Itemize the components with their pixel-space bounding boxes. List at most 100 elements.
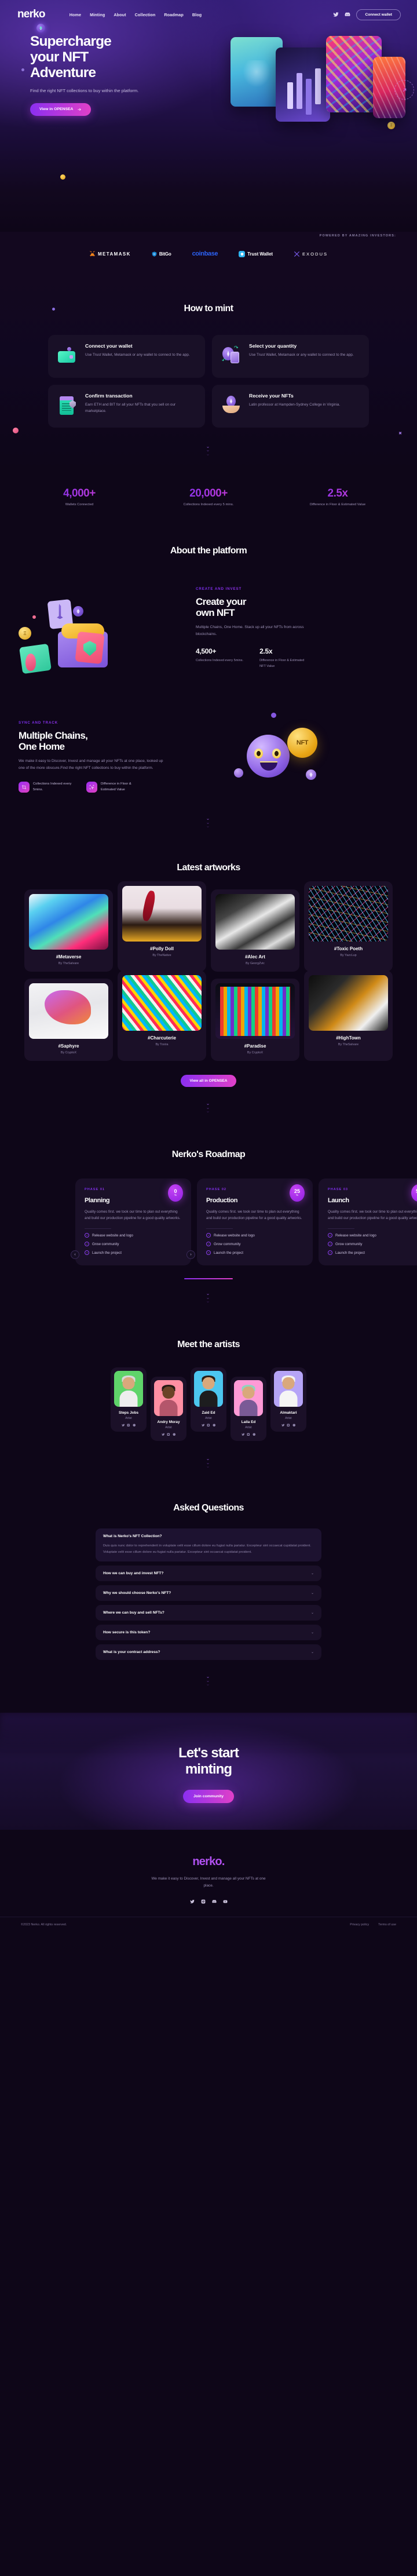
- footer: nerko. We make it easy to Discover, Inve…: [0, 1830, 417, 1935]
- discord-icon[interactable]: [292, 1424, 296, 1427]
- roadmap-prev-button[interactable]: ‹: [71, 1250, 79, 1259]
- faq-question: What is Nerko's NFT Collection?: [103, 1534, 162, 1539]
- nav-item-roadmap[interactable]: Roadmap: [164, 12, 183, 17]
- investor-coinbase[interactable]: coinbase: [192, 250, 218, 257]
- twitter-icon[interactable]: [161, 1433, 165, 1436]
- brand-logo[interactable]: nerko: [17, 8, 46, 21]
- artwork-author: By YazcLup: [340, 954, 357, 958]
- faq-item[interactable]: Why we should choose Nerko's NFT? ⌄: [96, 1585, 321, 1601]
- artwork-card[interactable]: #Charcuterie By Toxira: [118, 970, 206, 1061]
- footer-link-privacy[interactable]: Privacy policy: [350, 1923, 369, 1926]
- roadmap-item: Grow community: [328, 1242, 417, 1247]
- chevron-down-icon[interactable]: ⌄: [311, 1630, 314, 1634]
- investor-trustwallet[interactable]: Trust Wallet: [239, 250, 273, 257]
- mint-card-select-quantity[interactable]: ↷ ↶ Select your quantity Use Trust Walle…: [212, 335, 369, 378]
- investor-metamask[interactable]: METAMASK: [89, 251, 131, 257]
- faq-item[interactable]: How secure is this token? ⌄: [96, 1625, 321, 1641]
- artist-card[interactable]: Andry Moray Artist: [151, 1376, 186, 1442]
- about-heading: Create your own NFT: [196, 596, 394, 618]
- investor-bitgo[interactable]: B BitGo: [152, 251, 171, 257]
- artwork-card[interactable]: #Alec Art By GeorgZvic: [211, 889, 299, 972]
- youtube-icon[interactable]: [223, 1899, 228, 1904]
- discord-icon[interactable]: [213, 1424, 216, 1427]
- faq-item[interactable]: What is your contract address? ⌄: [96, 1644, 321, 1661]
- discord-icon[interactable]: [133, 1424, 136, 1427]
- instagram-icon[interactable]: [247, 1433, 250, 1436]
- faq-item[interactable]: Where we can buy and sell NFTs? ⌄: [96, 1605, 321, 1621]
- instagram-icon[interactable]: [207, 1424, 210, 1427]
- artist-card[interactable]: Steps Jobs Artist: [111, 1367, 147, 1432]
- faq-question-row[interactable]: Where we can buy and sell NFTs? ⌄: [103, 1611, 314, 1615]
- view-all-opensea-button[interactable]: View all in OPENSEA: [180, 1075, 237, 1088]
- roadmap-item-label: Grow community: [335, 1242, 363, 1246]
- twitter-icon[interactable]: [121, 1424, 125, 1427]
- nav-item-blog[interactable]: Blog: [192, 12, 202, 17]
- faq-question-row[interactable]: How secure is this token? ⌄: [103, 1630, 314, 1634]
- discord-icon[interactable]: [345, 12, 350, 17]
- artwork-image: [122, 975, 202, 1031]
- artwork-card[interactable]: #Metaverse By TheSalvare: [24, 889, 113, 972]
- artist-socials: [114, 1424, 143, 1427]
- nav-item-collection[interactable]: Collection: [135, 12, 156, 17]
- chains-heading-line1: Multiple Chains,: [19, 729, 88, 741]
- chevron-down-icon[interactable]: ⌄: [311, 1650, 314, 1654]
- instagram-icon[interactable]: [167, 1433, 170, 1436]
- roadmap-progress-bar[interactable]: [184, 1278, 233, 1280]
- roadmap-phase-label: PHASE 03: [328, 1188, 417, 1191]
- artist-card[interactable]: Laila Ed Artist: [231, 1376, 266, 1442]
- trust-wallet-shield-icon: [239, 250, 246, 257]
- mint-cards-grid: Connect your wallet Use Trust Wallet, Me…: [48, 335, 369, 428]
- artist-card[interactable]: Zaid Ed Artist: [191, 1367, 226, 1432]
- twitter-icon[interactable]: [281, 1424, 285, 1427]
- investor-trustwallet-label: Trust Wallet: [247, 251, 273, 257]
- discord-icon[interactable]: [173, 1433, 176, 1436]
- chevron-down-icon[interactable]: ⌄: [311, 1571, 314, 1575]
- faq-question-row[interactable]: What is your contract address? ⌄: [103, 1650, 314, 1654]
- twitter-icon[interactable]: [333, 12, 339, 17]
- view-in-opensea-button[interactable]: View in OPENSEA: [30, 103, 92, 116]
- faq-item[interactable]: What is Nerko's NFT Collection? Duis qui…: [96, 1528, 321, 1562]
- footer-link-terms[interactable]: Terms of use: [378, 1923, 396, 1926]
- nav-item-minting[interactable]: Minting: [90, 12, 105, 17]
- roadmap-track: PHASE 01 0 % Planning Quality comes firs…: [75, 1178, 417, 1266]
- mint-card-confirm-transaction[interactable]: Confirm transaction Earn ETH and BIT for…: [48, 385, 205, 428]
- faq-question-row[interactable]: How we can buy and invest NFT? ⌄: [103, 1571, 314, 1575]
- mint-card-connect-wallet[interactable]: Connect your wallet Use Trust Wallet, Me…: [48, 335, 205, 378]
- chevron-down-icon[interactable]: ⌄: [311, 1591, 314, 1595]
- roadmap-next-button[interactable]: ›: [186, 1250, 195, 1259]
- artwork-card[interactable]: #Toxic Poeth By YazcLup: [304, 881, 393, 972]
- twitter-icon[interactable]: [241, 1433, 245, 1436]
- avatar: [194, 1370, 223, 1407]
- investor-exodus[interactable]: EXODUS: [294, 251, 328, 257]
- discord-icon[interactable]: [253, 1433, 256, 1436]
- discord-icon[interactable]: [211, 1899, 217, 1904]
- mint-card-text: Latin professor at Hampden-Sydney Colleg…: [249, 403, 341, 407]
- mint-card-receive-nfts[interactable]: Receive your NFTs Latin professor at Ham…: [212, 385, 369, 428]
- nav-item-home[interactable]: Home: [70, 12, 81, 17]
- join-community-button[interactable]: Join community: [182, 1790, 235, 1804]
- twitter-icon[interactable]: [201, 1424, 205, 1427]
- investor-bitgo-label: BitGo: [159, 251, 171, 257]
- ethereum-icon: [73, 606, 83, 617]
- investors-label: POWERED BY AMAZING INVESTORS:: [319, 234, 396, 238]
- faq-question-row[interactable]: Why we should choose Nerko's NFT? ⌄: [103, 1591, 314, 1595]
- chevron-down-icon[interactable]: ⌄: [311, 1611, 314, 1615]
- instagram-icon[interactable]: [201, 1899, 206, 1904]
- artwork-card[interactable]: #Polly Doll By TheNative: [118, 881, 206, 972]
- faq-question-row[interactable]: What is Nerko's NFT Collection?: [103, 1534, 314, 1538]
- artist-card[interactable]: Almaktari Artist: [270, 1367, 306, 1432]
- artwork-card[interactable]: #Saphyre By CryptoX: [24, 979, 113, 1061]
- faq-item[interactable]: How we can buy and invest NFT? ⌄: [96, 1566, 321, 1582]
- artwork-author: By CryptoX: [247, 1051, 264, 1055]
- instagram-icon[interactable]: [127, 1424, 130, 1427]
- instagram-icon[interactable]: [287, 1424, 290, 1427]
- view-in-opensea-badge[interactable]: [394, 80, 414, 100]
- nav-item-about[interactable]: About: [114, 12, 126, 17]
- artwork-card[interactable]: #HighTown By TheSalvare: [304, 970, 393, 1061]
- artwork-card[interactable]: #Paradise By CryptoX: [211, 979, 299, 1061]
- twitter-icon[interactable]: [189, 1899, 195, 1904]
- connect-wallet-button[interactable]: Connect wallet: [356, 9, 401, 20]
- artwork-image: [29, 894, 108, 950]
- artist-role: Artist: [205, 1416, 212, 1420]
- about-heading-line1: Create your: [196, 596, 246, 608]
